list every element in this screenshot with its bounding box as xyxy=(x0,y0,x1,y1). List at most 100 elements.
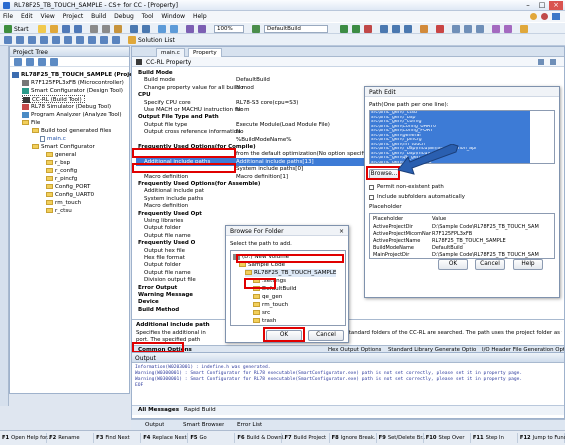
trace-icon[interactable] xyxy=(492,25,500,33)
folder-item-trash[interactable]: trash xyxy=(253,317,276,325)
fkey-f5[interactable]: F5 Go xyxy=(188,433,236,443)
tree-settings-icon[interactable] xyxy=(50,58,58,66)
tree-item-build-tool[interactable]: CC-RL (Build Tool) xyxy=(22,95,85,103)
tab-main-c[interactable]: main.c xyxy=(156,48,185,57)
tree-item-r-ctsu[interactable]: r_ctsu xyxy=(46,207,72,215)
tree-item-config-uart0[interactable]: Config_UART0 xyxy=(46,191,94,199)
call-stack-icon[interactable] xyxy=(64,36,72,44)
tree-item-general[interactable]: general xyxy=(46,151,76,159)
fkey-f2[interactable]: F2 Rename xyxy=(47,433,95,443)
tab-smart-browser[interactable]: Smart Browser xyxy=(183,422,224,428)
open-folder-icon[interactable] xyxy=(50,25,58,33)
start-icon[interactable] xyxy=(4,25,12,33)
new-file-icon[interactable] xyxy=(38,25,46,33)
menu-window[interactable]: Window xyxy=(158,11,188,22)
solution-list-label[interactable]: Solution List xyxy=(138,37,175,44)
folder-item-rm-touch[interactable]: rm_touch xyxy=(253,301,288,309)
browse-cancel-button[interactable]: Cancel xyxy=(308,330,344,341)
path-edit-ok-button[interactable]: OK xyxy=(438,259,468,270)
menu-build[interactable]: Build xyxy=(88,11,109,22)
browse-close-icon[interactable]: × xyxy=(339,228,344,235)
breakpoint-icon[interactable] xyxy=(436,25,444,33)
tree-item-r-bsp[interactable]: r_bsp xyxy=(46,159,70,167)
tree-item-main-c[interactable]: main.c xyxy=(40,135,66,143)
disassemble-icon[interactable] xyxy=(52,36,60,44)
stop-icon[interactable] xyxy=(364,25,372,33)
project-tree-icon[interactable] xyxy=(4,36,12,44)
tree-item-build-generated[interactable]: Build tool generated files xyxy=(32,127,111,135)
fkey-f6[interactable]: F6 Build & Downl.. xyxy=(235,433,286,443)
fkey-f4[interactable]: F4 Replace Next xyxy=(141,433,189,443)
settings-icon[interactable] xyxy=(541,13,548,20)
tree-item-smart-configurator-tool[interactable]: Smart Configurator (Design Tool) xyxy=(22,87,123,95)
path-list[interactable]: src\smc_gen\r_ctsu src\smc_gen\r_bsp src\s… xyxy=(369,110,555,164)
search-tree-icon[interactable] xyxy=(26,58,34,66)
events-icon[interactable] xyxy=(112,36,120,44)
local-vars-icon[interactable] xyxy=(76,36,84,44)
minimize-button[interactable]: – xyxy=(521,1,535,10)
fkey-f7[interactable]: F7 Build Project xyxy=(283,433,330,443)
collapse-all-icon[interactable] xyxy=(14,58,22,66)
property-icon[interactable] xyxy=(16,36,24,44)
menu-help[interactable]: Help xyxy=(190,11,210,22)
tree-item-project[interactable]: RL78F25_TB_TOUCH_SAMPLE (Project)* xyxy=(12,71,144,79)
build-mode-select[interactable]: DefaultBuild xyxy=(264,25,328,33)
fkey-f11[interactable]: F11 Step In xyxy=(471,433,518,443)
path-edit-help-button[interactable]: Help xyxy=(513,259,543,270)
save-all-icon[interactable] xyxy=(74,25,82,33)
step-in-icon[interactable] xyxy=(380,25,388,33)
coverage-icon[interactable] xyxy=(504,25,512,33)
build-icon[interactable] xyxy=(186,25,194,33)
menu-debug[interactable]: Debug xyxy=(111,11,137,22)
tree-item-smart-configurator[interactable]: Smart Configurator xyxy=(32,143,95,151)
fkey-f3[interactable]: F3 Find Next xyxy=(94,433,142,443)
tab-all-messages[interactable]: All Messages xyxy=(138,407,179,413)
property-sort-icon[interactable] xyxy=(538,59,544,65)
menu-tool[interactable]: Tool xyxy=(139,11,157,22)
tree-item-file[interactable]: File xyxy=(22,119,40,127)
help-icon[interactable] xyxy=(530,13,537,20)
cut-icon[interactable] xyxy=(90,25,98,33)
fkey-f12[interactable]: F12Jump to Functio xyxy=(518,433,565,443)
path-edit-cancel-button[interactable]: Cancel xyxy=(475,259,505,270)
start-button-label[interactable]: Start xyxy=(14,26,29,33)
tree-item-config-port[interactable]: Config_PORT xyxy=(46,183,90,191)
tree-item-microcontroller[interactable]: R7F125FPL3xFB (Microcontroller) xyxy=(22,79,124,87)
go-icon[interactable] xyxy=(352,25,360,33)
tree-item-analyze-tool[interactable]: Program Analyzer (Analyze Tool) xyxy=(22,111,122,119)
tree-item-r-config[interactable]: r_config xyxy=(46,167,77,175)
undo-icon[interactable] xyxy=(130,25,138,33)
close-button[interactable]: × xyxy=(549,1,563,10)
redo-icon[interactable] xyxy=(142,25,150,33)
register-icon[interactable] xyxy=(476,25,484,33)
include-subfolders-checkbox[interactable] xyxy=(369,195,374,200)
folder-item-src[interactable]: src xyxy=(253,309,270,317)
fkey-f8[interactable]: F8 Ignore Break. xyxy=(330,433,377,443)
folder-item-project[interactable]: RL78F25_TB_TOUCH_SAMPLE xyxy=(245,269,337,277)
tree-item-debug-tool[interactable]: RL78 Simulator (Debug Tool) xyxy=(22,103,111,111)
tab-property[interactable]: Property xyxy=(188,48,222,57)
find-icon[interactable] xyxy=(158,25,166,33)
tree-item-r-pincfg[interactable]: r_pincfg xyxy=(46,175,77,183)
step-out-icon[interactable] xyxy=(404,25,412,33)
property-filter-icon[interactable] xyxy=(550,59,556,65)
solution-list-icon[interactable] xyxy=(128,36,136,44)
fkey-f9[interactable]: F9 Set/Delete Br.. xyxy=(377,433,425,443)
sfr-icon[interactable] xyxy=(88,36,96,44)
timer-icon[interactable] xyxy=(520,25,528,33)
tree-item-rm-touch[interactable]: rm_touch xyxy=(46,199,81,207)
watch-icon[interactable] xyxy=(452,25,460,33)
tab-rapid-build[interactable]: Rapid Build xyxy=(184,407,216,413)
paste-icon[interactable] xyxy=(114,25,122,33)
menu-view[interactable]: View xyxy=(38,11,58,22)
menu-project[interactable]: Project xyxy=(60,11,87,22)
io-icon[interactable] xyxy=(100,36,108,44)
tab-output[interactable]: Output xyxy=(145,422,164,428)
folder-item-qe-gen[interactable]: qe_gen xyxy=(253,293,282,301)
save-icon[interactable] xyxy=(62,25,70,33)
reset-icon[interactable] xyxy=(420,25,428,33)
step-over-icon[interactable] xyxy=(392,25,400,33)
replace-icon[interactable] xyxy=(170,25,178,33)
menu-file[interactable]: File xyxy=(0,11,16,22)
rebuild-icon[interactable] xyxy=(198,25,206,33)
